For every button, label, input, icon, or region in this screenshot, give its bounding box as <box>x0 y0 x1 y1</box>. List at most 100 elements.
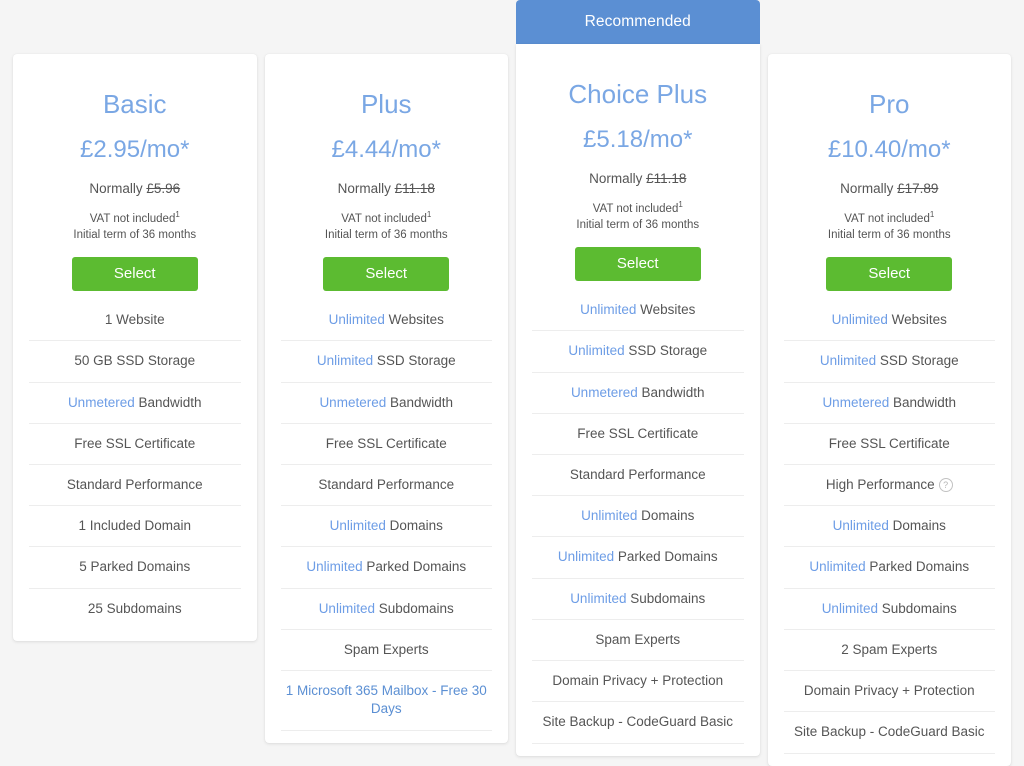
feature-item: Unlimited Websites <box>280 300 492 342</box>
select-button-wrap: Select <box>532 234 744 282</box>
feature-item: Unlimited Subdomains <box>783 589 995 630</box>
feature-label: Free SSL Certificate <box>74 435 196 451</box>
feature-label: SSD Storage <box>628 343 708 359</box>
feature-highlight: Unlimited <box>821 600 878 616</box>
feature-item: 1 Website <box>29 300 241 342</box>
feature-highlight: Unlimited <box>568 343 625 359</box>
feature-label: Subdomains <box>378 600 454 616</box>
feature-item: Spam Experts <box>280 630 492 672</box>
plan-column-choice-plus: Recommended Choice Plus £5.18/mo* Normally … <box>516 0 760 756</box>
feature-highlight: Unlimited <box>557 549 615 565</box>
plan-terms: VAT not included1 Initial term of 36 mont… <box>532 186 744 234</box>
feature-label: Websites <box>891 312 947 328</box>
vat-note: VAT not included1 <box>29 209 241 228</box>
feature-label: Domains <box>389 518 443 534</box>
normally-label: Normally <box>89 180 143 196</box>
select-button[interactable]: Select <box>323 257 450 292</box>
feature-label: 1 Included Domain <box>78 518 192 534</box>
feature-highlight: Unmetered <box>822 394 890 410</box>
initial-term-note: Initial term of 36 months <box>827 229 951 242</box>
feature-label: Free SSL Certificate <box>577 425 699 441</box>
plan-name: Pro <box>869 89 910 119</box>
vat-note-text: VAT not included <box>341 212 427 225</box>
select-button[interactable]: Select <box>574 247 701 282</box>
plan-name: Choice Plus <box>568 79 708 109</box>
feature-list: Unlimited Websites Unlimited SSD Storage U… <box>783 291 995 754</box>
feature-label: Standard Performance <box>569 467 706 483</box>
feature-item: Domain Privacy + Protection <box>532 661 744 703</box>
feature-label: Bandwidth <box>893 394 957 410</box>
feature-item: Unlimited Domains <box>532 496 744 538</box>
feature-item: Free SSL Certificate <box>783 424 995 466</box>
vat-footnote-marker: 1 <box>426 209 432 219</box>
plan-terms: VAT not included1 Initial term of 36 mont… <box>784 196 996 244</box>
feature-label: Spam Experts <box>595 631 681 647</box>
initial-term-note: Initial term of 36 months <box>324 229 448 242</box>
feature-item: Unlimited Domains <box>280 506 492 548</box>
feature-label: 2 Spam Experts <box>841 641 938 657</box>
feature-label: Site Backup - CodeGuard Basic <box>793 724 985 740</box>
feature-list: Unlimited Websites Unlimited SSD Storage U… <box>532 281 744 744</box>
feature-item: Unlimited Subdomains <box>280 589 492 630</box>
feature-item: 1 Included Domain <box>29 506 241 548</box>
feature-item: Unmetered Bandwidth <box>280 383 492 424</box>
plan-normal-price: Normally £11.18 <box>532 153 744 186</box>
feature-item: Unlimited Parked Domains <box>783 547 995 589</box>
feature-label: SSD Storage <box>879 353 959 369</box>
feature-item: Spam Experts <box>532 620 744 662</box>
feature-item: Standard Performance <box>29 465 241 507</box>
feature-label: Bandwidth <box>641 384 705 400</box>
feature-item: Unmetered Bandwidth <box>29 383 241 424</box>
feature-label: Parked Domains <box>869 559 970 575</box>
feature-label: Subdomains <box>881 600 957 616</box>
plan-price: £4.44/mo* <box>331 135 441 163</box>
feature-label: Parked Domains <box>366 559 467 575</box>
feature-highlight: Unlimited <box>819 353 877 369</box>
help-circle-icon[interactable]: ? <box>938 478 953 493</box>
initial-term-note: Initial term of 36 months <box>73 229 197 242</box>
banner-spacer <box>13 0 257 54</box>
plan-terms: VAT not included1 Initial term of 36 mont… <box>281 196 493 244</box>
plan-price: £5.18/mo* <box>583 125 693 153</box>
feature-item: Site Backup - CodeGuard Basic <box>532 702 744 744</box>
feature-highlight: Unlimited <box>328 312 385 328</box>
banner-spacer <box>265 0 509 54</box>
feature-label: 5 Parked Domains <box>79 559 191 575</box>
feature-label: Bandwidth <box>390 394 454 410</box>
vat-note-text: VAT not included <box>89 212 176 225</box>
feature-item: Unlimited Parked Domains <box>280 547 492 589</box>
vat-note-text: VAT not included <box>592 202 679 215</box>
feature-item: Free SSL Certificate <box>29 424 241 466</box>
normally-price-struck: £17.89 <box>897 180 939 196</box>
plan-name: Basic <box>102 89 167 119</box>
plan-price: £10.40/mo* <box>827 135 951 163</box>
vat-note: VAT not included1 <box>532 199 744 218</box>
plan-normal-price: Normally £17.89 <box>784 163 996 196</box>
vat-note: VAT not included1 <box>281 209 493 228</box>
feature-item: Free SSL Certificate <box>532 414 744 456</box>
feature-highlight: Unlimited <box>580 302 637 318</box>
plan-name: Plus <box>360 89 412 119</box>
feature-item-link[interactable]: 1 Microsoft 365 Mailbox - Free 30 Days <box>280 671 492 731</box>
normally-price-struck: £5.96 <box>146 180 181 196</box>
vat-footnote-marker: 1 <box>929 209 935 219</box>
select-button[interactable]: Select <box>71 257 198 292</box>
feature-item: Unlimited Parked Domains <box>532 537 744 579</box>
feature-label: SSD Storage <box>376 353 456 369</box>
feature-list: 1 Website 50 GB SSD Storage Unmetered Band… <box>29 291 241 629</box>
feature-item: Standard Performance <box>532 455 744 497</box>
feature-label: 25 Subdomains <box>87 600 182 616</box>
feature-label: 50 GB SSD Storage <box>74 353 196 369</box>
normally-label: Normally <box>337 180 391 196</box>
select-button[interactable]: Select <box>826 257 953 292</box>
feature-highlight: Unlimited <box>329 518 386 534</box>
feature-item: High Performance? <box>783 465 995 507</box>
feature-item: Unlimited SSD Storage <box>532 331 744 373</box>
banner-spacer <box>768 0 1012 54</box>
feature-item: Free SSL Certificate <box>280 424 492 466</box>
feature-item: Site Backup - CodeGuard Basic <box>783 712 995 754</box>
feature-label: Free SSL Certificate <box>828 435 950 451</box>
feature-highlight: Unlimited <box>832 518 889 534</box>
plan-normal-price: Normally £5.96 <box>29 163 241 196</box>
feature-highlight: Unmetered <box>319 394 387 410</box>
